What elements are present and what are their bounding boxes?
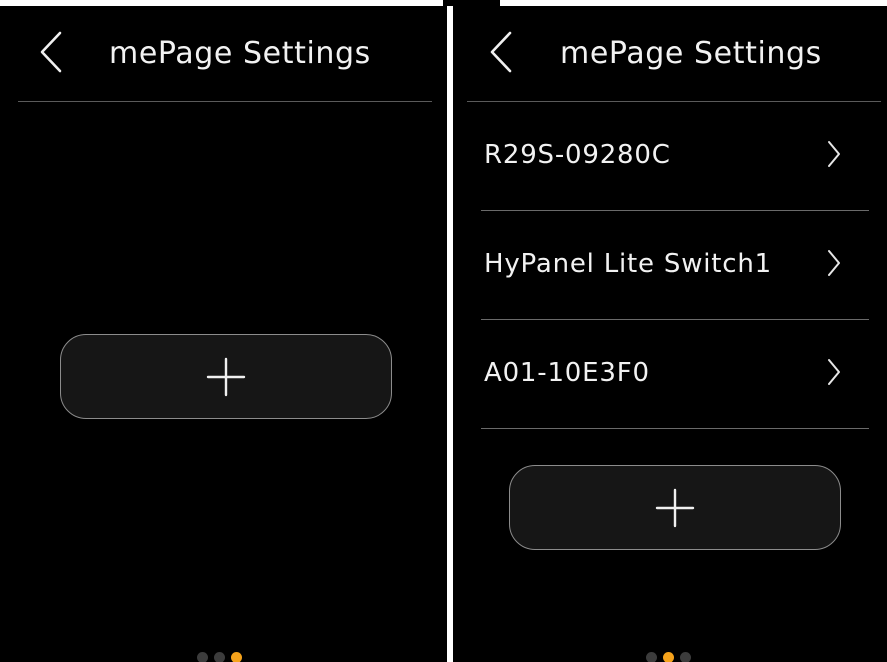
page-dot[interactable]: [680, 652, 691, 662]
header: mePage Settings: [0, 6, 447, 102]
chevron-right-icon: [828, 359, 840, 385]
chevron-left-icon[interactable]: [488, 30, 514, 74]
page-dot-active[interactable]: [663, 652, 674, 662]
stage: mePage Settings mePage Settings R29S-092…: [0, 0, 887, 662]
chevron-left-icon[interactable]: [38, 30, 64, 74]
list-item[interactable]: HyPanel Lite Switch1: [481, 211, 869, 319]
header-divider: [18, 101, 432, 102]
chevron-right-icon: [828, 141, 840, 167]
page-title: mePage Settings: [109, 36, 371, 71]
page-dot-active[interactable]: [231, 652, 242, 662]
page-dot[interactable]: [646, 652, 657, 662]
page-indicator: [646, 652, 691, 662]
plus-icon: [206, 357, 246, 396]
right-screen: mePage Settings R29S-09280C HyPanel Lite…: [453, 6, 887, 662]
page-title: mePage Settings: [560, 36, 822, 71]
chevron-right-icon: [828, 250, 840, 276]
add-device-button[interactable]: [60, 334, 392, 419]
device-label: HyPanel Lite Switch1: [484, 249, 773, 279]
add-device-button[interactable]: [509, 465, 841, 550]
page-indicator: [197, 652, 242, 662]
list-item[interactable]: A01-10E3F0: [481, 320, 869, 428]
device-label: R29S-09280C: [484, 140, 671, 170]
plus-icon: [655, 488, 695, 527]
list-item[interactable]: R29S-09280C: [481, 102, 869, 210]
device-label: A01-10E3F0: [484, 358, 650, 388]
page-dot[interactable]: [197, 652, 208, 662]
row-divider: [481, 428, 869, 429]
page-dot[interactable]: [214, 652, 225, 662]
header: mePage Settings: [453, 6, 887, 102]
left-screen: mePage Settings: [0, 6, 447, 662]
